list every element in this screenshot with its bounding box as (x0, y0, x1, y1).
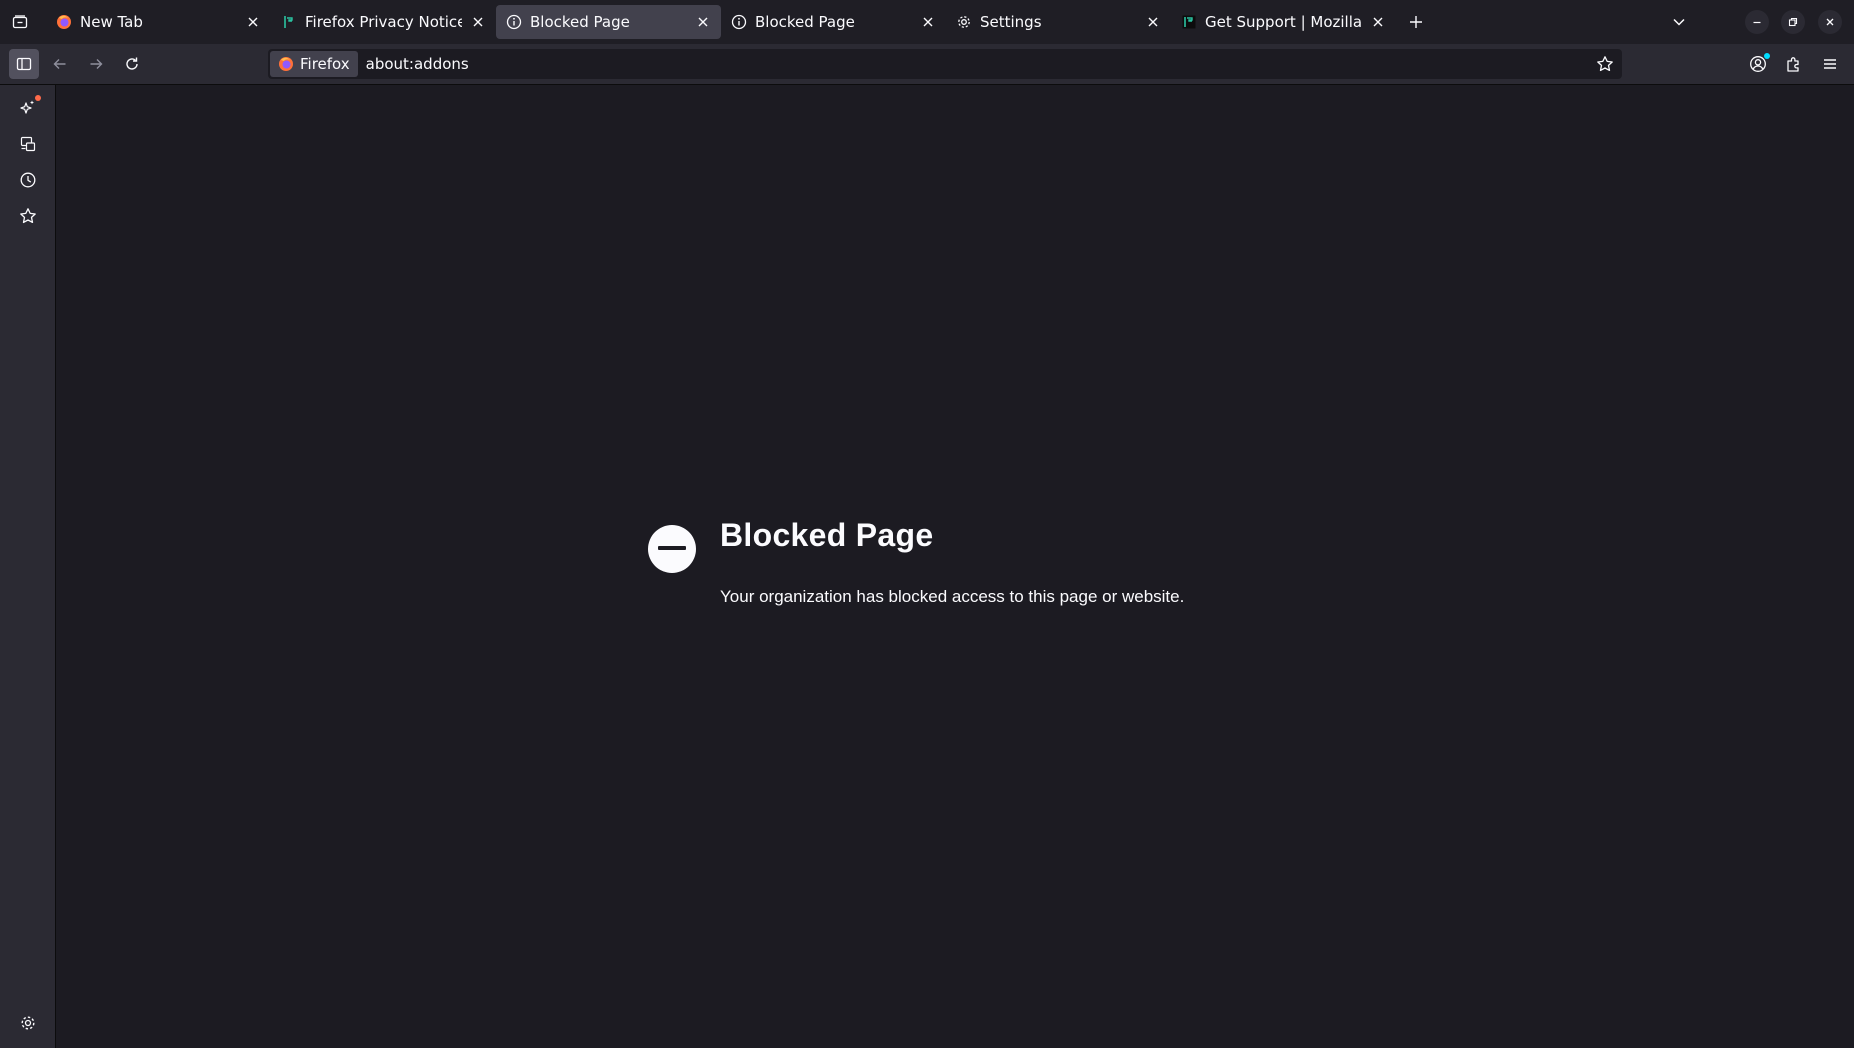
tab-title: Get Support | Mozilla Support (1205, 13, 1362, 31)
tab-title: Blocked Page (530, 13, 630, 31)
tab-blocked-page-selected[interactable]: Blocked Page (496, 5, 721, 39)
close-icon[interactable] (695, 14, 711, 30)
tab-new-tab[interactable]: New Tab (46, 5, 271, 39)
url-text[interactable]: about:addons (366, 55, 469, 73)
star-icon (1597, 56, 1613, 72)
tab-title: Blocked Page (755, 13, 855, 31)
sparkle-icon (20, 100, 34, 114)
reload-icon (126, 57, 138, 70)
sidebar (0, 85, 56, 1048)
mozilla-green-icon (1181, 14, 1197, 30)
forward-button[interactable] (81, 49, 111, 79)
close-icon[interactable] (1145, 14, 1161, 30)
firefox-icon (56, 14, 72, 30)
firefox-view-button[interactable] (6, 8, 34, 36)
account-button[interactable] (1743, 49, 1773, 79)
info-icon (731, 14, 747, 30)
notification-dot (35, 95, 41, 101)
tab-privacy-notice[interactable]: Firefox Privacy Notice — Mozilla (271, 5, 496, 39)
identity-label: Firefox (300, 55, 350, 73)
bookmarks-button[interactable] (13, 201, 43, 231)
close-icon[interactable] (470, 14, 486, 30)
list-all-tabs-button[interactable] (1665, 8, 1693, 36)
sidebar-toggle-button[interactable] (9, 49, 39, 79)
bookmark-star-button[interactable] (1596, 55, 1614, 73)
history-button[interactable] (13, 165, 43, 195)
gear-icon (21, 1016, 35, 1030)
blocked-icon (648, 525, 696, 573)
back-button[interactable] (45, 49, 75, 79)
close-icon[interactable] (1370, 14, 1386, 30)
page-content: Blocked Page Your organization has block… (56, 85, 1854, 1048)
info-icon (506, 14, 522, 30)
minimize-icon (1753, 21, 1761, 24)
tab-title: New Tab (80, 13, 143, 31)
page-description: Your organization has blocked access to … (720, 587, 1185, 606)
restore-button[interactable] (1781, 10, 1805, 34)
reload-button[interactable] (117, 49, 147, 79)
mozilla-green-icon (281, 14, 297, 30)
customize-sidebar-button[interactable] (13, 1008, 43, 1038)
navigation-toolbar: Firefox about:addons (0, 44, 1854, 85)
tab-settings[interactable]: Settings (946, 5, 1171, 39)
arrow-left-icon (53, 59, 66, 69)
plus-icon (1410, 16, 1422, 28)
close-icon (1826, 18, 1834, 26)
extensions-button[interactable] (1779, 49, 1809, 79)
identity-box[interactable]: Firefox (270, 51, 358, 77)
sidebar-icon (16, 57, 32, 71)
tab-title: Settings (980, 13, 1042, 31)
close-icon[interactable] (920, 14, 936, 30)
account-notification-dot (1764, 53, 1770, 59)
new-tab-button[interactable] (1402, 8, 1430, 36)
synced-tabs-icon (20, 136, 36, 152)
app-menu-button[interactable] (1815, 49, 1845, 79)
clock-icon (20, 172, 36, 188)
tab-title: Firefox Privacy Notice — Mozilla (305, 13, 462, 31)
tab-strip: New Tab Firefox Privacy Notice — Mozilla (46, 5, 1396, 39)
firefox-view-icon (12, 15, 28, 29)
ai-chatbot-button[interactable] (13, 93, 43, 123)
close-icon[interactable] (245, 14, 261, 30)
chevron-down-icon (1673, 18, 1685, 26)
minimize-button[interactable] (1745, 10, 1769, 34)
window-close-button[interactable] (1818, 10, 1842, 34)
synced-tabs-button[interactable] (13, 129, 43, 159)
tab-blocked-page[interactable]: Blocked Page (721, 5, 946, 39)
restore-icon (1788, 17, 1798, 27)
puzzle-icon (1787, 57, 1799, 72)
hamburger-menu-icon (1824, 59, 1836, 69)
tab-get-support[interactable]: Get Support | Mozilla Support (1171, 5, 1396, 39)
page-title: Blocked Page (720, 517, 934, 553)
arrow-right-icon (90, 59, 103, 69)
star-icon (20, 208, 36, 224)
tab-bar: New Tab Firefox Privacy Notice — Mozilla (0, 0, 1854, 44)
gear-icon (956, 14, 972, 30)
firefox-icon (279, 57, 293, 71)
url-bar[interactable]: Firefox about:addons (268, 49, 1622, 79)
